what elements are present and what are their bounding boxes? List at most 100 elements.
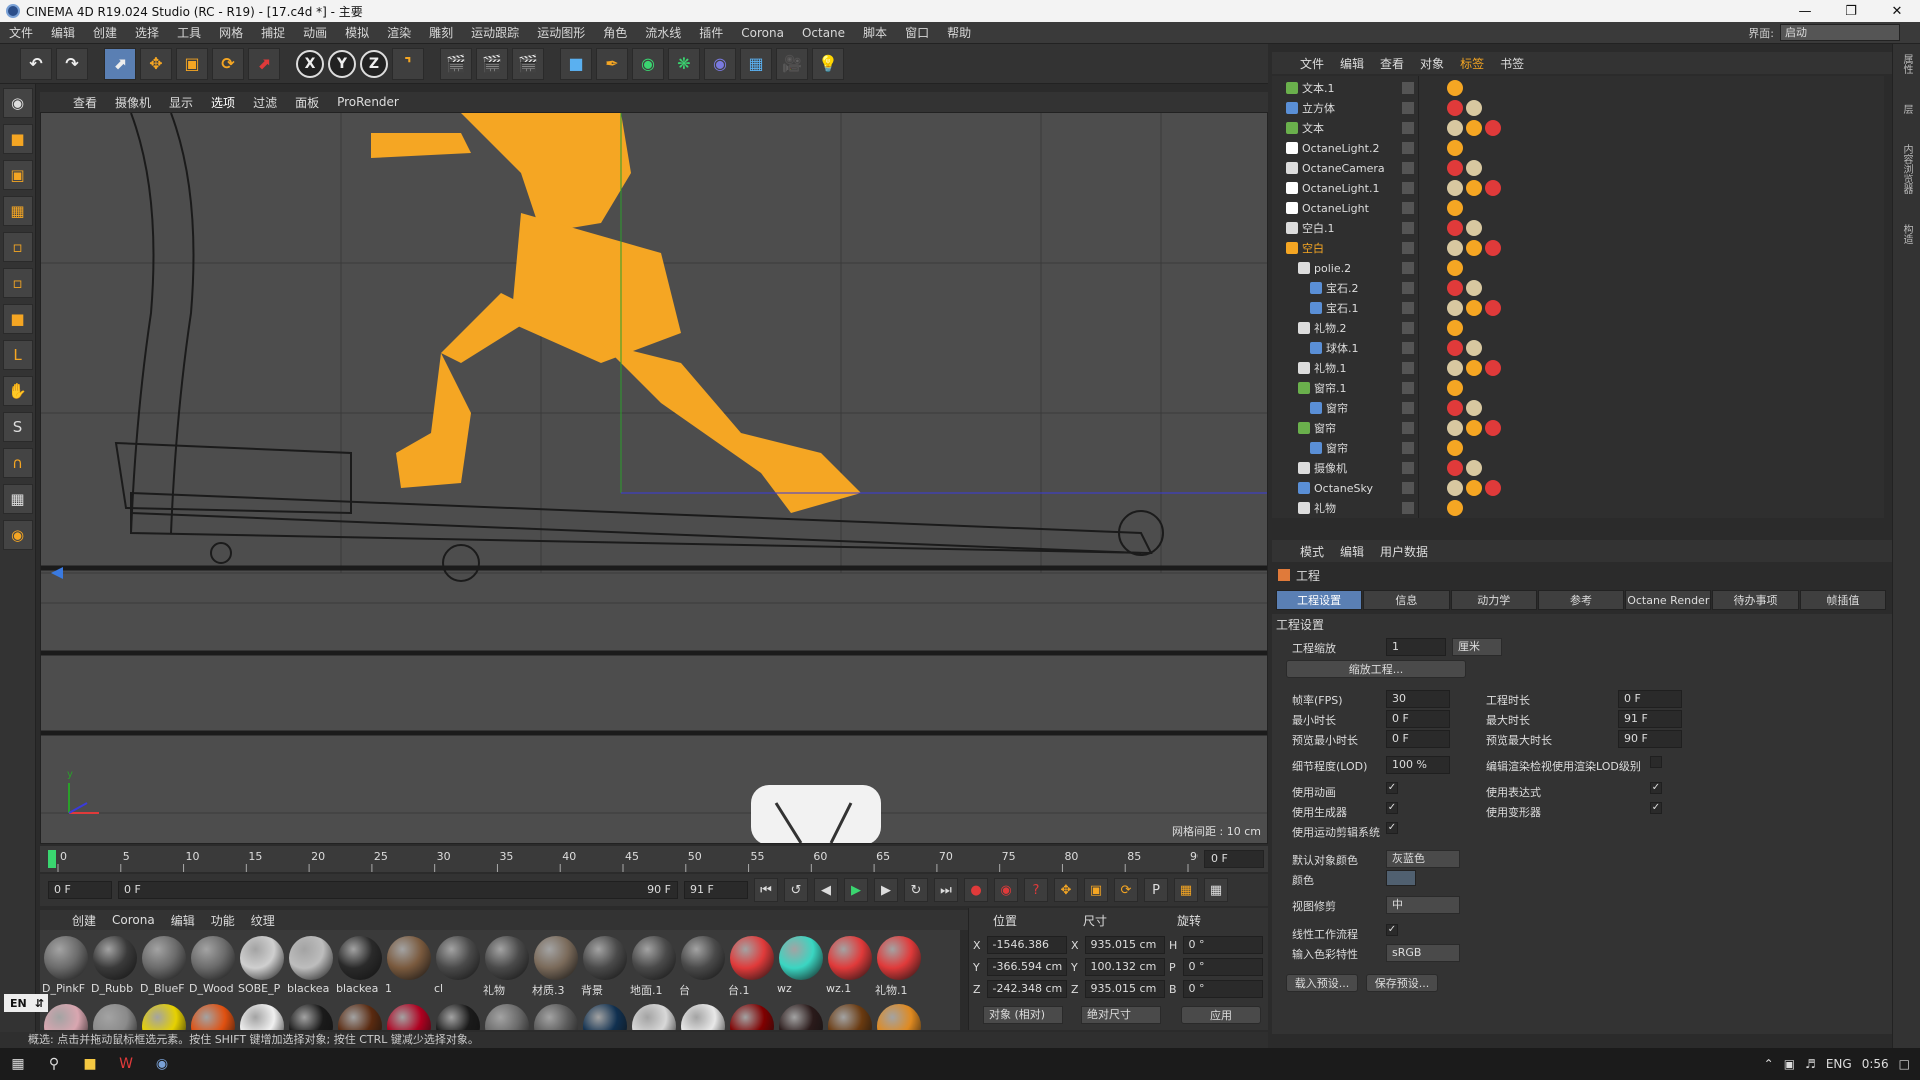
viewport-menu-filter[interactable]: 过滤	[244, 94, 286, 111]
viewport-menu-cameras[interactable]: 摄像机	[106, 94, 160, 111]
attr-menu-mode[interactable]: 模式	[1292, 543, 1332, 560]
timeline-ruler[interactable]: 0 5 10 15 20 25 30 35 40 45 50 55 60 65 70 75 80 85 90	[48, 846, 1198, 872]
ime-indicator[interactable]: EN ⇵	[4, 994, 48, 1012]
tab-project-settings[interactable]: 工程设置	[1276, 590, 1363, 610]
object-row[interactable]: 空白	[1272, 238, 1884, 258]
menu-pipeline[interactable]: 流水线	[636, 24, 690, 41]
parameter-key-icon[interactable]: P	[1144, 878, 1168, 902]
material-tag-icon[interactable]	[1447, 120, 1463, 136]
material-tag-icon[interactable]	[1466, 180, 1482, 196]
next-key-icon[interactable]: ↻	[904, 878, 928, 902]
material-swatch[interactable]: blackea	[287, 934, 335, 996]
layer-swatch-icon[interactable]	[1402, 82, 1414, 94]
material-swatch[interactable]	[777, 1002, 825, 1030]
record-keys-icon[interactable]: ●	[964, 878, 988, 902]
menu-mograph[interactable]: 运动图形	[528, 24, 594, 41]
material-swatch[interactable]	[679, 1002, 727, 1030]
menu-script[interactable]: 脚本	[854, 24, 896, 41]
viewport-menu-prorender[interactable]: ProRender	[328, 95, 408, 109]
layer-swatch-icon[interactable]	[1402, 422, 1414, 434]
menu-file[interactable]: 文件	[0, 24, 42, 41]
wps-icon[interactable]: W	[108, 1048, 144, 1080]
material-swatch[interactable]	[434, 1002, 482, 1030]
layer-swatch-icon[interactable]	[1402, 242, 1414, 254]
object-row[interactable]: 礼物	[1272, 498, 1884, 518]
render-view-icon[interactable]: 🎬	[440, 47, 472, 80]
notification-icon[interactable]: □	[1899, 1057, 1910, 1071]
project-time-field[interactable]: 0 F	[1618, 690, 1682, 708]
om-menu-file[interactable]: 文件	[1292, 55, 1332, 72]
menu-edit[interactable]: 编辑	[42, 24, 84, 41]
material-tag-icon[interactable]	[1447, 240, 1463, 256]
model-mode-icon[interactable]: ■	[2, 124, 33, 154]
layer-swatch-icon[interactable]	[1402, 202, 1414, 214]
material-tag-icon[interactable]	[1485, 480, 1501, 496]
material-tag-icon[interactable]	[1447, 420, 1463, 436]
viewport-menu-display[interactable]: 显示	[160, 94, 202, 111]
material-tag-icon[interactable]	[1466, 240, 1482, 256]
layer-swatch-icon[interactable]	[1402, 122, 1414, 134]
linear-workflow-checkbox[interactable]: ✓	[1386, 924, 1398, 936]
material-swatch[interactable]: D_Wood	[189, 934, 237, 996]
coordinate-system-icon[interactable]: ⌝	[392, 47, 424, 80]
right-tab-attributes[interactable]: 属性	[1899, 54, 1914, 74]
om-menu-objects[interactable]: 对象	[1412, 55, 1452, 72]
tab-todo[interactable]: 待办事项	[1712, 590, 1799, 610]
material-tag-icon[interactable]	[1447, 340, 1463, 356]
start-frame-field[interactable]: 0 F	[48, 881, 112, 899]
material-tag-icon[interactable]	[1447, 100, 1463, 116]
light-icon[interactable]: 💡	[812, 47, 844, 80]
menu-motion-tracking[interactable]: 运动跟踪	[462, 24, 528, 41]
windows-start-icon[interactable]: ▦	[0, 1048, 36, 1080]
object-row[interactable]: 摄像机	[1272, 458, 1884, 478]
snap-icon[interactable]: S	[2, 412, 33, 442]
om-menu-view[interactable]: 查看	[1372, 55, 1412, 72]
search-icon[interactable]: ⚲	[36, 1048, 72, 1080]
position-x-field[interactable]: -1546.386 cm	[986, 936, 1067, 967]
cinema4d-taskbar-icon[interactable]: ◉	[144, 1048, 180, 1080]
layer-swatch-icon[interactable]	[1402, 402, 1414, 414]
material-swatch[interactable]	[238, 1002, 286, 1030]
file-explorer-icon[interactable]: ■	[72, 1048, 108, 1080]
render-picture-viewer-icon[interactable]: 🎬	[476, 47, 508, 80]
position-z-field[interactable]: -242.348 cm	[986, 980, 1067, 998]
input-color-profile-dropdown[interactable]: sRGB	[1386, 944, 1460, 962]
live-selection-icon[interactable]: ⬈	[104, 47, 136, 80]
default-color-dropdown[interactable]: 灰蓝色	[1386, 850, 1460, 868]
material-swatch[interactable]	[581, 1002, 629, 1030]
layer-swatch-icon[interactable]	[1402, 102, 1414, 114]
axis-mode-icon[interactable]: L	[2, 340, 33, 370]
menu-simulate[interactable]: 模拟	[336, 24, 378, 41]
material-swatch[interactable]	[385, 1002, 433, 1030]
use-motion-system-checkbox[interactable]: ✓	[1386, 822, 1398, 834]
previous-frame-icon[interactable]: ◀	[814, 878, 838, 902]
coord-mode-dropdown[interactable]: 对象 (相对)	[983, 1006, 1063, 1024]
material-tag-icon[interactable]	[1447, 280, 1463, 296]
make-editable-icon[interactable]: ◉	[2, 88, 33, 118]
soft-selection-icon[interactable]: ◉	[2, 520, 33, 550]
rotation-key-icon[interactable]: ⟳	[1114, 878, 1138, 902]
material-menu-texture[interactable]: 纹理	[243, 912, 283, 929]
object-row[interactable]: OctaneLight.2	[1272, 138, 1884, 158]
magnet-icon[interactable]: ∩	[2, 448, 33, 478]
material-swatch[interactable]: 台.1	[728, 934, 776, 997]
material-tag-icon[interactable]	[1447, 260, 1463, 276]
cube-icon[interactable]: ■	[560, 47, 592, 80]
use-generators-checkbox[interactable]: ✓	[1386, 802, 1398, 814]
min-time-field[interactable]: 0 F	[1386, 710, 1450, 728]
material-tag-icon[interactable]	[1466, 480, 1482, 496]
position-key-icon[interactable]: ✥	[1054, 878, 1078, 902]
edges-mode-icon[interactable]: ▫	[2, 268, 33, 298]
tab-info[interactable]: 信息	[1363, 590, 1450, 610]
pla-key-icon[interactable]: ▦	[1174, 878, 1198, 902]
render-lod-checkbox[interactable]	[1650, 756, 1662, 768]
layout-select[interactable]: 启动	[1780, 24, 1900, 41]
viewport-menu-options[interactable]: 选项	[202, 94, 244, 111]
layer-swatch-icon[interactable]	[1402, 482, 1414, 494]
color-swatch[interactable]	[1386, 870, 1416, 886]
material-swatch[interactable]	[483, 1002, 531, 1030]
size-x-field[interactable]: 935.015 cm	[1084, 936, 1165, 954]
material-swatch[interactable]	[336, 1002, 384, 1030]
maximize-icon[interactable]: ❐	[1828, 0, 1874, 22]
size-z-field[interactable]: 935.015 cm	[1084, 980, 1165, 998]
